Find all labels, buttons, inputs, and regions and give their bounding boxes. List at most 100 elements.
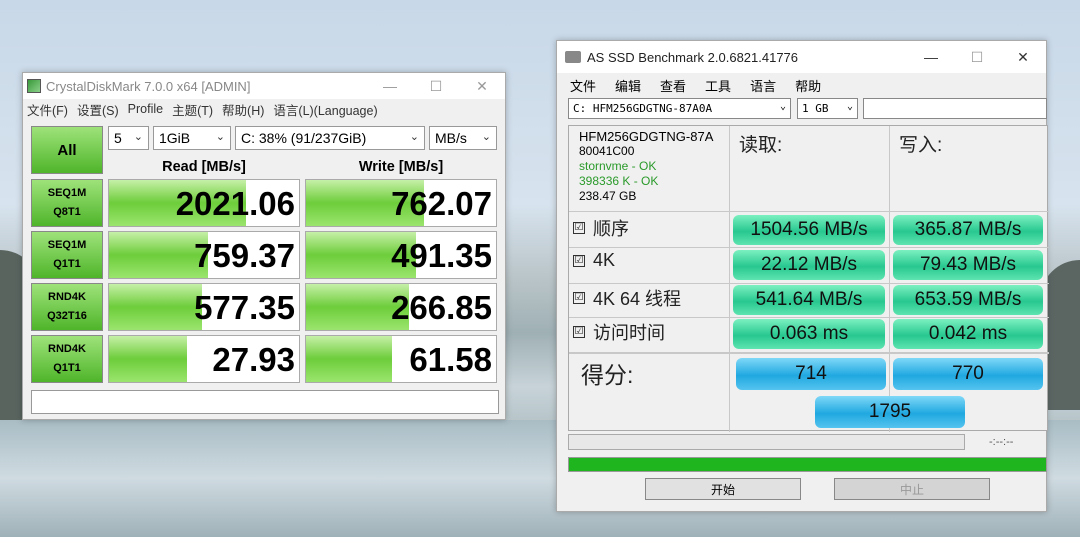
cdm-titlebar: CrystalDiskMark 7.0.0 x64 [ADMIN] — ☐ ✕ [23,73,505,99]
chevron-down-icon: ⌄ [409,131,419,143]
size-value: 1 GB [802,102,829,115]
cdm-title-text: CrystalDiskMark 7.0.0 x64 [ADMIN] [46,78,251,94]
start-button[interactable]: 开始 [645,478,801,500]
menu-tools[interactable]: 工具 [705,76,731,95]
stop-button[interactable]: 中止 [834,478,990,500]
menu-language[interactable]: 语言(L)(Language) [273,100,377,119]
write-result: 0.042 ms [893,319,1043,349]
read-result: 22.12 MB/s [733,250,885,280]
write-result-cell: 762.07 [305,179,497,227]
write-result: 653.59 MB/s [893,285,1043,315]
menu-language[interactable]: 语言 [750,76,776,95]
menu-settings[interactable]: 设置(S) [77,100,119,119]
test-name-field[interactable] [863,98,1047,119]
read-result-cell: 577.35 [108,283,300,331]
results-grid: HFM256GDGTNG-87A 80041C00 stornvme - OK … [568,125,1049,432]
write-result-cell: 61.58 [305,335,497,383]
asd-titlebar: AS SSD Benchmark 2.0.6821.41776 — ☐ ✕ [557,41,1046,73]
row-seq[interactable]: ☑ 顺序 [573,215,629,241]
drive-value: C: 38% (91/237GiB) [241,130,367,146]
progress-bar-current [568,434,965,450]
row-label: SEQ1M [47,187,87,199]
checkbox-checked-icon[interactable]: ☑ [573,254,585,267]
row-access-time[interactable]: ☑ 访问时间 [573,319,665,345]
unit-value: MB/s [435,130,467,146]
drive-info: HFM256GDGTNG-87A 80041C00 stornvme - OK … [579,129,713,204]
grid-line [729,352,730,432]
grid-line [729,126,730,352]
grid-line [569,211,1049,212]
checkbox-checked-icon[interactable]: ☑ [573,222,585,234]
read-bar [109,336,187,382]
read-header: Read [MB/s] [162,159,246,175]
alignment-status: 398336 K - OK [579,174,659,188]
test-button-seq1m-q1t1[interactable]: SEQ1M Q1T1 [31,231,103,279]
row-label: RND4K [48,291,86,303]
size-select[interactable]: 1 GB ⌄ [797,98,858,119]
asd-app-icon [565,51,581,63]
menu-help[interactable]: 帮助 [795,76,821,95]
drive-select[interactable]: C: 38% (91/237GiB) ⌄ [235,126,425,150]
unit-select[interactable]: MB/s ⌄ [429,126,497,150]
size-value: 1GiB [159,130,191,146]
count-value: 5 [114,130,122,146]
menu-file[interactable]: 文件 [570,76,596,95]
total-score: 1795 [815,396,965,428]
menu-edit[interactable]: 编辑 [615,76,641,95]
all-button[interactable]: All [31,126,103,174]
row-4k-64[interactable]: ☑ 4K 64 线程 [573,285,681,311]
test-button-rnd4k-q1t1[interactable]: RND4K Q1T1 [31,335,103,383]
close-button[interactable]: ✕ [1000,49,1046,66]
write-result: 365.87 MB/s [893,215,1043,245]
read-result: 541.64 MB/s [733,285,885,315]
drive-select[interactable]: C: HFM256GDGTNG-87A0A ⌄ [568,98,791,119]
row-sublabel: Q8T1 [53,206,81,218]
read-header: 读取: [739,135,783,156]
row-label: 访问时间 [593,323,665,343]
write-value: 266.85 [391,289,492,326]
row-sublabel: Q1T1 [53,258,81,270]
size-select[interactable]: 1GiB ⌄ [153,126,231,150]
minimize-button[interactable]: — [367,78,413,94]
cdm-app-icon [27,79,41,93]
test-button-rnd4k-q32t16[interactable]: RND4K Q32T16 [31,283,103,331]
checkbox-checked-icon[interactable]: ☑ [573,292,585,304]
driver-status: stornvme - OK [579,159,657,173]
read-value: 27.93 [212,341,295,378]
elapsed-timer: -:--:-- [989,436,1014,448]
menu-file[interactable]: 文件(F) [27,100,68,119]
read-result: 1504.56 MB/s [733,215,885,245]
write-header: Write [MB/s] [358,159,444,175]
menu-profile[interactable]: Profile [128,102,163,116]
read-bar [109,284,203,330]
write-value: 491.35 [391,237,492,274]
write-header: 写入: [899,135,943,156]
write-value: 61.58 [409,341,492,378]
read-value: 2021.06 [175,185,295,222]
row-label: RND4K [48,343,86,355]
row-sublabel: Q1T1 [53,362,81,374]
maximize-button[interactable]: ☐ [413,78,459,95]
test-button-seq1m-q8t1[interactable]: SEQ1M Q8T1 [31,179,103,227]
read-result-cell: 27.93 [108,335,300,383]
row-label: 4K [593,250,616,270]
progress-bar-total [568,457,1047,472]
write-result-cell: 266.85 [305,283,497,331]
chevron-down-icon: ⌄ [779,101,786,112]
close-button[interactable]: ✕ [459,78,505,95]
row-label: 4K 64 线程 [593,289,682,309]
menu-theme[interactable]: 主题(T) [172,100,213,119]
minimize-button[interactable]: — [908,49,954,65]
maximize-button[interactable]: ☐ [954,49,1000,66]
write-result-cell: 491.35 [305,231,497,279]
menu-help[interactable]: 帮助(H) [222,100,264,119]
count-select[interactable]: 5 ⌄ [108,126,149,150]
row-4k[interactable]: ☑ 4K [573,250,615,271]
comment-field[interactable] [31,390,499,414]
drive-model: HFM256GDGTNG-87A [579,129,714,144]
grid-line [889,126,890,432]
write-value: 762.07 [391,185,492,222]
menu-view[interactable]: 查看 [660,76,686,95]
drive-firmware: 80041C00 [579,144,635,158]
checkbox-checked-icon[interactable]: ☑ [573,326,585,338]
